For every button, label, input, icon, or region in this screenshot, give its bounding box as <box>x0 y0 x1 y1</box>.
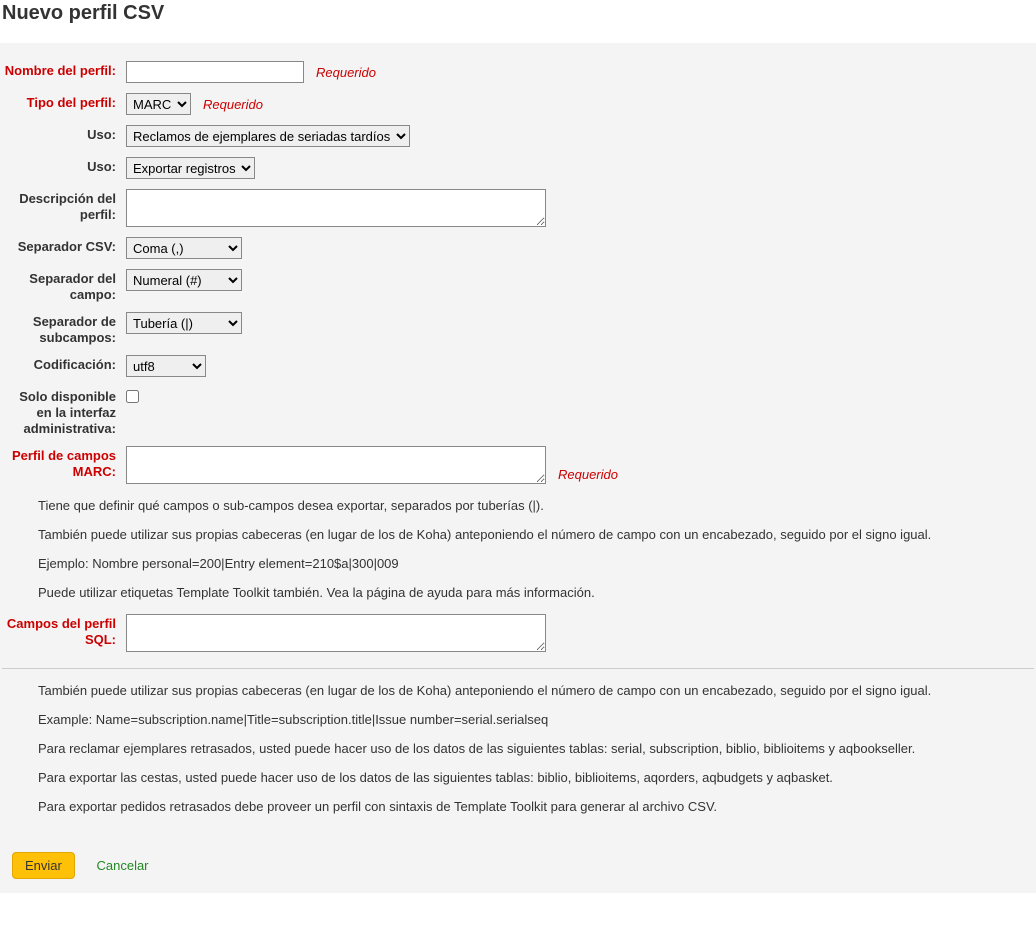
row-field-separator: Separador del campo: Numeral (#) <box>2 269 1034 302</box>
field-separator-select[interactable]: Numeral (#) <box>126 269 242 291</box>
hint-required-type: Requerido <box>203 97 263 112</box>
hint-required-name: Requerido <box>316 65 376 80</box>
help-sql-p2: Example: Name=subscription.name|Title=su… <box>38 712 1034 727</box>
row-description: Descripción del perfil: <box>2 189 1034 227</box>
help-marc-p4: Puede utilizar etiquetas Template Toolki… <box>38 585 1034 600</box>
profile-type-select[interactable]: MARC <box>126 93 191 115</box>
label-profile-type: Tipo del perfil: <box>2 93 126 111</box>
label-description: Descripción del perfil: <box>2 189 126 222</box>
help-sql-p3: Para reclamar ejemplares retrasados, ust… <box>38 741 1034 756</box>
label-field-separator: Separador del campo: <box>2 269 126 302</box>
form-container: Nombre del perfil: Requerido Tipo del pe… <box>0 43 1036 838</box>
hint-required-marc: Requerido <box>558 467 618 482</box>
row-usage-1: Uso: Reclamos de ejemplares de seriadas … <box>2 125 1034 147</box>
subfield-separator-select[interactable]: Tubería (|) <box>126 312 242 334</box>
help-sql-p5: Para exportar pedidos retrasados debe pr… <box>38 799 1034 814</box>
label-usage-1: Uso: <box>2 125 126 143</box>
help-sql-p1: También puede utilizar sus propias cabec… <box>38 683 1034 698</box>
help-marc: Tiene que definir qué campos o sub-campo… <box>38 498 1034 600</box>
label-staff-only: Solo disponible en la interfaz administr… <box>2 387 126 436</box>
usage-1-select[interactable]: Reclamos de ejemplares de seriadas tardí… <box>126 125 410 147</box>
description-textarea[interactable] <box>126 189 546 227</box>
encoding-select[interactable]: utf8 <box>126 355 206 377</box>
row-subfield-separator: Separador de subcampos: Tubería (|) <box>2 312 1034 345</box>
row-usage-2: Uso: Exportar registros <box>2 157 1034 179</box>
row-staff-only: Solo disponible en la interfaz administr… <box>2 387 1034 436</box>
row-marc-fields: Perfil de campos MARC: Requerido <box>2 446 1034 484</box>
row-sql-fields: Campos del perfil SQL: <box>2 614 1034 652</box>
submit-button[interactable]: Enviar <box>12 852 75 879</box>
help-marc-p3: Ejemplo: Nombre personal=200|Entry eleme… <box>38 556 1034 571</box>
row-profile-type: Tipo del perfil: MARC Requerido <box>2 93 1034 115</box>
label-profile-name: Nombre del perfil: <box>2 61 126 79</box>
row-encoding: Codificación: utf8 <box>2 355 1034 377</box>
csv-separator-select[interactable]: Coma (,) <box>126 237 242 259</box>
label-usage-2: Uso: <box>2 157 126 175</box>
help-marc-p2: También puede utilizar sus propias cabec… <box>38 527 1034 542</box>
usage-2-select[interactable]: Exportar registros <box>126 157 255 179</box>
label-subfield-separator: Separador de subcampos: <box>2 312 126 345</box>
divider <box>2 668 1034 669</box>
sql-fields-textarea[interactable] <box>126 614 546 652</box>
help-sql: También puede utilizar sus propias cabec… <box>38 683 1034 814</box>
actions-bar: Enviar Cancelar <box>0 838 1036 893</box>
label-marc-fields: Perfil de campos MARC: <box>2 446 126 479</box>
help-sql-p4: Para exportar las cestas, usted puede ha… <box>38 770 1034 785</box>
label-sql-fields: Campos del perfil SQL: <box>2 614 126 647</box>
row-profile-name: Nombre del perfil: Requerido <box>2 61 1034 83</box>
staff-only-checkbox[interactable] <box>126 390 139 403</box>
marc-fields-textarea[interactable] <box>126 446 546 484</box>
label-csv-separator: Separador CSV: <box>2 237 126 255</box>
csv-profile-form: Nombre del perfil: Requerido Tipo del pe… <box>2 61 1034 814</box>
page-title: Nuevo perfil CSV <box>2 2 1034 25</box>
help-marc-p1: Tiene que definir qué campos o sub-campo… <box>38 498 1034 513</box>
profile-name-input[interactable] <box>126 61 304 83</box>
label-encoding: Codificación: <box>2 355 126 373</box>
row-csv-separator: Separador CSV: Coma (,) <box>2 237 1034 259</box>
cancel-link[interactable]: Cancelar <box>96 858 148 873</box>
